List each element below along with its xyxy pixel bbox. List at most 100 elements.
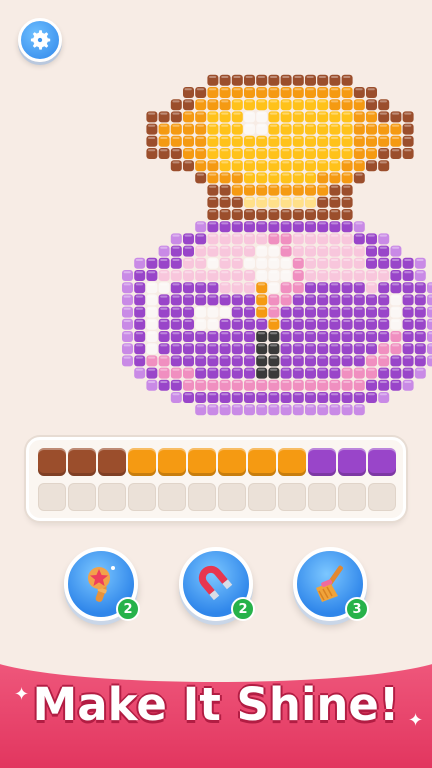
bead-highlight — [209, 185, 217, 188]
bead-highlight — [294, 124, 302, 127]
magic-wand-booster[interactable]: 2 — [64, 547, 140, 621]
bead-highlight — [245, 307, 253, 310]
bead-highlight — [245, 210, 253, 213]
bead-highlight — [172, 246, 180, 249]
bead-highlight — [331, 320, 339, 322]
bead-highlight — [404, 381, 412, 383]
bead-highlight — [306, 100, 314, 103]
bead-highlight — [343, 210, 351, 213]
bead-highlight — [428, 283, 432, 286]
tray-empty-slot — [218, 483, 246, 511]
bead-highlight — [355, 112, 363, 115]
bead-highlight — [196, 295, 204, 298]
bead-highlight — [331, 210, 339, 213]
bead-highlight — [172, 161, 180, 164]
bead-highlight — [404, 368, 412, 371]
bead-highlight — [233, 149, 241, 152]
bead-highlight — [294, 161, 302, 164]
bead-highlight — [221, 210, 229, 213]
tray-empty-slot — [158, 483, 186, 511]
bead-highlight — [318, 320, 326, 322]
bead-highlight — [379, 112, 387, 115]
bead-highlight — [123, 320, 131, 322]
bead-highlight — [196, 381, 204, 383]
bead-highlight — [282, 320, 290, 322]
bead-highlight — [160, 344, 168, 347]
broom-count-badge: 3 — [345, 597, 369, 621]
bead-highlight — [294, 259, 302, 261]
bead-highlight — [306, 198, 314, 200]
bead-highlight — [355, 381, 363, 383]
bead-highlight — [343, 112, 351, 115]
bead-highlight — [257, 283, 265, 286]
bead-highlight — [306, 393, 314, 396]
bead-highlight — [209, 210, 217, 213]
bead-highlight — [331, 185, 339, 188]
bead-highlight — [270, 332, 278, 335]
bead-highlight — [355, 137, 363, 139]
bead-highlight — [196, 368, 204, 371]
bead-highlight — [196, 137, 204, 139]
bead-highlight — [184, 368, 192, 371]
bead-highlight — [343, 332, 351, 335]
bead-highlight — [355, 173, 363, 176]
bead-highlight — [221, 320, 229, 322]
bead-highlight — [392, 381, 400, 383]
bead-highlight — [379, 271, 387, 274]
bead-highlight — [257, 100, 265, 103]
bead-highlight — [392, 283, 400, 286]
bead-highlight — [294, 210, 302, 213]
bead-highlight — [318, 344, 326, 347]
magnet-booster[interactable]: 2 — [179, 547, 255, 621]
bead-highlight — [233, 344, 241, 347]
bead-highlight — [233, 234, 241, 237]
bead-highlight — [331, 88, 339, 91]
bead-highlight — [160, 149, 168, 152]
bead-highlight — [343, 88, 351, 91]
bead-highlight — [209, 246, 217, 249]
bead-highlight — [306, 259, 314, 261]
bead-highlight — [282, 246, 290, 249]
bead-highlight — [172, 271, 180, 274]
bead-highlight — [221, 381, 229, 383]
bead-highlight — [367, 332, 375, 335]
bead-highlight — [270, 222, 278, 225]
bead-highlight — [221, 295, 229, 298]
bead-highlight — [160, 259, 168, 261]
pixel-art-potion[interactable] — [0, 0, 432, 430]
bead-highlight — [343, 283, 351, 286]
bead-highlight — [331, 381, 339, 383]
bead-highlight — [221, 137, 229, 139]
bead-highlight — [282, 283, 290, 286]
bead-highlight — [184, 344, 192, 347]
bead-highlight — [318, 88, 326, 91]
bead-highlight — [196, 222, 204, 225]
bead-highlight — [172, 283, 180, 286]
bead-highlight — [270, 149, 278, 152]
bead-highlight — [221, 234, 229, 237]
bead-highlight — [172, 368, 180, 371]
bead-highlight — [233, 246, 241, 249]
bead-highlight — [270, 88, 278, 91]
bead-highlight — [318, 210, 326, 213]
bead-highlight — [245, 368, 253, 371]
bead-highlight — [318, 381, 326, 383]
bead-highlight — [318, 161, 326, 164]
bead-highlight — [282, 124, 290, 127]
bead-highlight — [294, 76, 302, 78]
bead-highlight — [343, 259, 351, 261]
bead-highlight — [306, 271, 314, 274]
bead-highlight — [294, 271, 302, 274]
bead-highlight — [233, 161, 241, 164]
broom-booster[interactable]: 3 — [293, 547, 369, 621]
bead-highlight — [282, 259, 290, 261]
tray-bead-orange — [188, 448, 216, 476]
tray-filled-row — [38, 448, 396, 476]
bead-highlight — [282, 271, 290, 274]
bead-highlight — [392, 259, 400, 261]
bead-highlight — [416, 295, 424, 298]
bead-highlight — [209, 234, 217, 237]
bead-highlight — [343, 246, 351, 249]
bead-highlight — [233, 198, 241, 200]
bead-highlight — [209, 76, 217, 78]
